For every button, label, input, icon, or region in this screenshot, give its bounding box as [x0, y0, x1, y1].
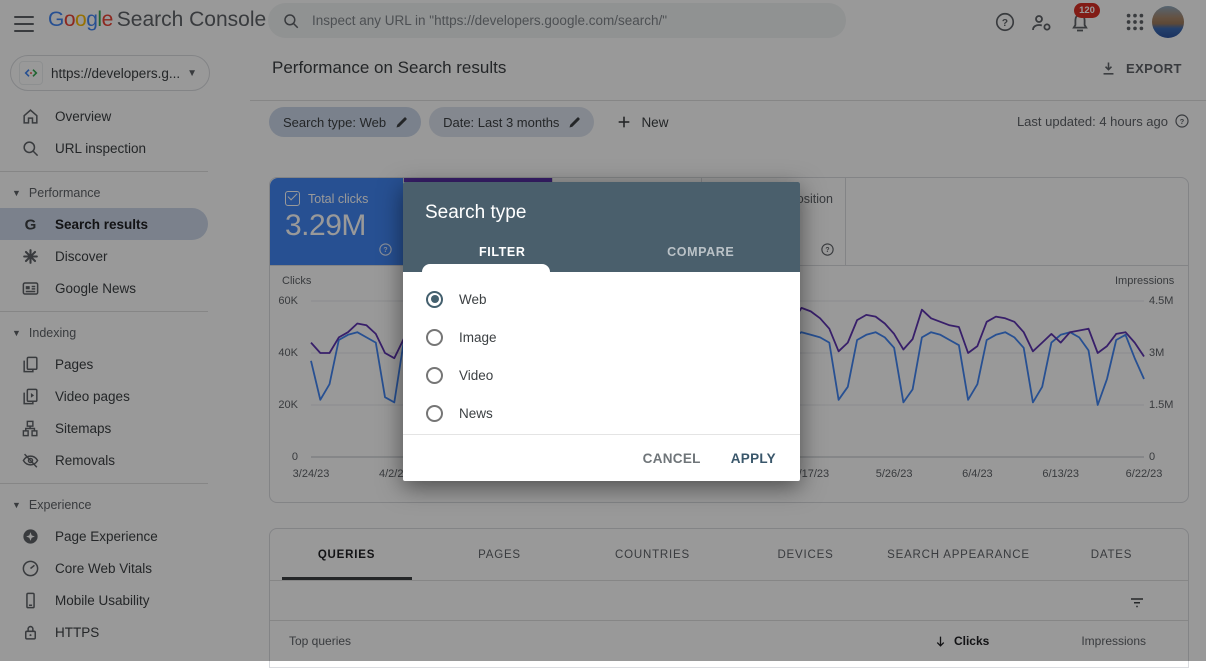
radio-icon[interactable] [426, 405, 443, 422]
dialog-body: Web Image Video News [403, 272, 800, 432]
radio-icon[interactable] [426, 329, 443, 346]
apply-button[interactable]: APPLY [731, 451, 776, 466]
option-video[interactable]: Video [403, 356, 800, 394]
radio-selected-icon[interactable] [426, 291, 443, 308]
cancel-button[interactable]: CANCEL [643, 451, 701, 466]
dialog-header: Search type FILTER COMPARE [403, 182, 800, 272]
radio-icon[interactable] [426, 367, 443, 384]
option-image[interactable]: Image [403, 318, 800, 356]
option-web[interactable]: Web [403, 280, 800, 318]
tab-compare[interactable]: COMPARE [602, 232, 801, 272]
dialog-title: Search type [425, 202, 526, 224]
search-type-dialog: Search type FILTER COMPARE Web Image Vid… [403, 182, 800, 481]
option-news[interactable]: News [403, 394, 800, 432]
active-tab-indicator [422, 264, 550, 272]
dialog-footer: CANCEL APPLY [403, 434, 800, 481]
